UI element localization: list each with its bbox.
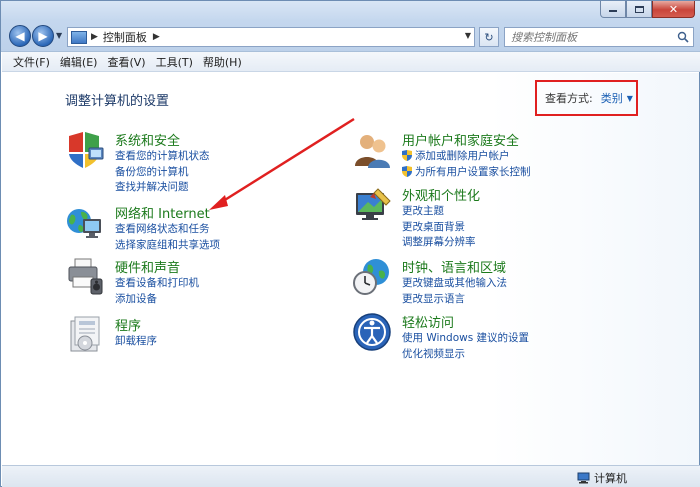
link-change-input-method[interactable]: 更改键盘或其他输入法 [402,275,507,291]
menu-view[interactable]: 查看(V) [102,54,150,70]
address-dropdown-icon[interactable]: ▼ [465,31,471,40]
close-icon: ✕ [668,2,679,16]
view-by-dropdown[interactable]: 类别 [601,90,623,106]
category-title[interactable]: 轻松访问 [402,312,454,331]
network-internet-icon[interactable] [65,203,105,243]
computer-icon [577,472,590,484]
search-input[interactable] [511,30,671,44]
uac-shield-icon [402,165,412,177]
search-icon[interactable] [677,31,689,43]
back-button[interactable]: ◀ [9,25,31,47]
view-by-label: 查看方式: [545,92,593,105]
category-title[interactable]: 外观和个性化 [402,185,480,204]
link-optimize-video-display[interactable]: 优化视频显示 [402,346,529,362]
hardware-sound-icon[interactable] [65,257,105,297]
category-links: 查看网络状态和任务 选择家庭组和共享选项 [115,221,220,252]
chevron-right-icon[interactable]: ▶ [91,32,98,42]
link-label[interactable]: 添加或删除用户帐户 [415,148,510,163]
link-view-computer-status[interactable]: 查看您的计算机状态 [115,148,210,164]
category-title[interactable]: 网络和 Internet [115,203,210,222]
breadcrumb-control-panel[interactable]: 控制面板 [103,29,147,45]
menu-help[interactable]: 帮助(H) [198,54,247,70]
link-windows-recommended-settings[interactable]: 使用 Windows 建议的设置 [402,330,529,346]
minimize-icon [609,10,617,12]
close-button[interactable]: ✕ [652,1,695,18]
back-arrow-icon: ◀ [15,29,25,43]
window-controls: ✕ [600,1,695,18]
recent-pages-dropdown[interactable]: ▼ [56,32,64,40]
menu-file[interactable]: 文件(F) [8,54,55,70]
uac-shield-icon [402,150,412,162]
annotation-arrow [209,117,355,210]
control-panel-window: ✕ ◀ ▶ ▼ ▶ 控制面板 ▶ ▼ ↻ 文件(F) 编辑(E) 查看(V) 工… [0,0,700,487]
ease-of-access-icon[interactable] [352,312,392,352]
link-label[interactable]: 为所有用户设置家长控制 [415,164,531,179]
control-panel-icon [71,30,87,44]
category-title[interactable]: 程序 [115,315,141,334]
window-chrome: ✕ ◀ ▶ ▼ ▶ 控制面板 ▶ ▼ ↻ [1,1,700,52]
system-security-icon[interactable] [65,130,105,170]
status-location: 计算机 [577,470,627,486]
clock-language-region-icon[interactable] [352,257,392,297]
category-title[interactable]: 时钟、语言和区域 [402,257,506,276]
category-title[interactable]: 系统和安全 [115,130,180,149]
category-links: 查看您的计算机状态 备份您的计算机 查找并解决问题 [115,148,210,195]
link-uninstall-program[interactable]: 卸载程序 [115,333,157,349]
category-links: 更改键盘或其他输入法 更改显示语言 [402,275,507,306]
link-add-remove-accounts[interactable]: 添加或删除用户帐户 [402,148,531,164]
forward-button[interactable]: ▶ [32,25,54,47]
link-parental-controls[interactable]: 为所有用户设置家长控制 [402,164,531,180]
link-change-background[interactable]: 更改桌面背景 [402,219,476,235]
forward-arrow-icon: ▶ [38,29,48,43]
link-homegroup-sharing[interactable]: 选择家庭组和共享选项 [115,237,220,253]
link-backup-computer[interactable]: 备份您的计算机 [115,164,210,180]
main-content: 调整计算机的设置 查看方式: 类别 ▼ 系统和安全 查看您的计算机状态 备份您的… [2,73,699,465]
category-title[interactable]: 硬件和声音 [115,257,180,276]
link-screen-resolution[interactable]: 调整屏幕分辨率 [402,234,476,250]
category-links: 卸载程序 [115,333,157,349]
search-box[interactable] [504,27,694,47]
menu-bar: 文件(F) 编辑(E) 查看(V) 工具(T) 帮助(H) [2,52,700,72]
status-bar: 计算机 [2,465,700,487]
link-devices-printers[interactable]: 查看设备和打印机 [115,275,199,291]
refresh-button[interactable]: ↻ [479,27,499,47]
maximize-icon [634,5,644,13]
minimize-button[interactable] [600,1,626,18]
maximize-button[interactable] [626,1,652,18]
menu-edit[interactable]: 编辑(E) [55,54,103,70]
view-by-control: 查看方式: 类别 ▼ [535,80,638,116]
menu-tools[interactable]: 工具(T) [151,54,198,70]
page-title: 调整计算机的设置 [65,94,170,109]
appearance-icon[interactable] [352,185,392,225]
dropdown-caret-icon[interactable]: ▼ [627,94,633,103]
refresh-icon: ↻ [484,30,494,44]
category-title[interactable]: 用户帐户和家庭安全 [402,130,519,149]
chevron-right-icon[interactable]: ▶ [153,32,160,42]
link-add-device[interactable]: 添加设备 [115,291,199,307]
link-network-status[interactable]: 查看网络状态和任务 [115,221,220,237]
link-change-display-language[interactable]: 更改显示语言 [402,291,507,307]
address-bar[interactable]: ▶ 控制面板 ▶ ▼ [67,27,475,47]
category-links: 使用 Windows 建议的设置 优化视频显示 [402,330,529,361]
category-links: 添加或删除用户帐户 为所有用户设置家长控制 [402,148,531,179]
category-links: 查看设备和打印机 添加设备 [115,275,199,306]
status-computer-label: 计算机 [594,472,627,485]
category-links: 更改主题 更改桌面背景 调整屏幕分辨率 [402,203,476,250]
link-change-theme[interactable]: 更改主题 [402,203,476,219]
user-accounts-icon[interactable] [352,130,392,170]
programs-icon[interactable] [65,315,105,355]
link-troubleshoot[interactable]: 查找并解决问题 [115,179,210,195]
